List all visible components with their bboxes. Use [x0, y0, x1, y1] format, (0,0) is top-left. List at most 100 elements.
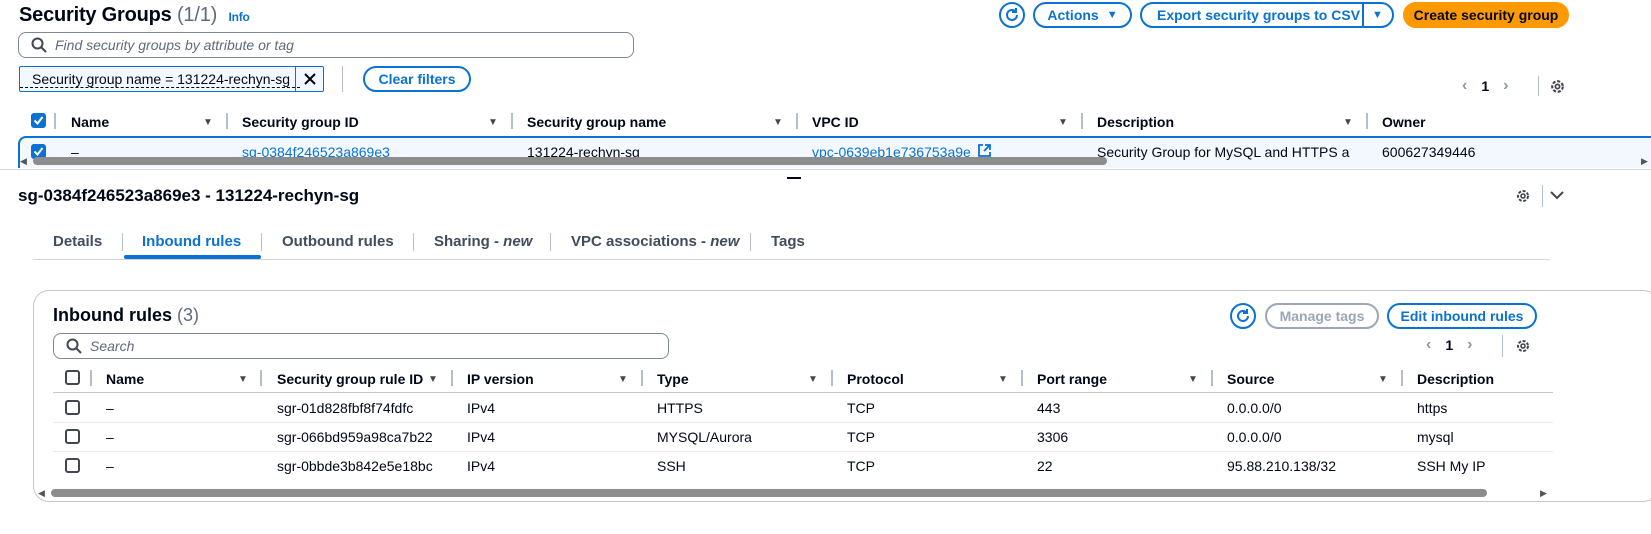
tab-tags[interactable]: Tags: [771, 233, 805, 250]
chevron-left-icon[interactable]: ‹: [1462, 77, 1467, 95]
sort-icon[interactable]: ▼: [428, 374, 438, 385]
inbound-search[interactable]: [53, 333, 669, 359]
info-link[interactable]: Info: [228, 10, 249, 24]
refresh-button[interactable]: [1230, 303, 1256, 329]
scroll-left-icon[interactable]: ◀: [38, 488, 45, 499]
page-title: Security Groups (1/1) Info: [19, 4, 250, 27]
caret-down-icon[interactable]: ▼: [1372, 9, 1383, 21]
tab-inbound-rules[interactable]: Inbound rules: [142, 233, 241, 250]
col-ip-version[interactable]: IP version: [467, 371, 534, 387]
pagination: ‹ 1 ›: [1462, 77, 1508, 95]
table-row[interactable]: – sgr-0bbde3b842e5e18bc IPv4 SSH TCP 22 …: [53, 451, 1553, 480]
chevron-left-icon[interactable]: ‹: [1426, 336, 1431, 354]
edit-inbound-rules-button[interactable]: Edit inbound rules: [1387, 303, 1537, 329]
sort-icon[interactable]: ▼: [618, 374, 628, 385]
tab-vpc-associations[interactable]: VPC associations - new: [571, 233, 739, 250]
cell-ip-version: IPv4: [467, 400, 496, 416]
scroll-left-icon[interactable]: ◀: [20, 156, 27, 167]
scroll-right-icon[interactable]: ▶: [1641, 156, 1648, 167]
settings-gear-icon[interactable]: [1515, 338, 1531, 354]
col-vpc-id[interactable]: VPC ID: [812, 114, 859, 130]
cell-name: –: [106, 429, 114, 445]
table-row[interactable]: – sgr-066bd959a98ca7b22 IPv4 MYSQL/Auror…: [53, 422, 1553, 451]
col-port-range[interactable]: Port range: [1037, 371, 1107, 387]
inbound-rules-count: (3): [177, 305, 200, 325]
divider: [1502, 335, 1503, 357]
horizontal-scrollbar[interactable]: [33, 157, 1107, 165]
remove-filter-button[interactable]: [295, 67, 323, 91]
cell-description: SSH My IP: [1417, 458, 1486, 474]
cell-source: 0.0.0.0/0: [1227, 429, 1282, 445]
create-security-group-button[interactable]: Create security group: [1403, 2, 1569, 28]
sort-icon[interactable]: ▼: [1188, 374, 1198, 385]
filter-token: Security group name = 131224-rechyn-sg: [19, 66, 324, 92]
row-checkbox[interactable]: [65, 400, 80, 415]
scroll-right-icon[interactable]: ▶: [1540, 488, 1547, 499]
search-input[interactable]: [55, 37, 633, 53]
sort-icon[interactable]: ▼: [808, 374, 818, 385]
row-description: Security Group for MySQL and HTTPS a: [1097, 144, 1350, 160]
col-name[interactable]: Name: [71, 114, 109, 130]
cell-protocol: TCP: [847, 429, 875, 445]
sort-icon[interactable]: ▼: [1343, 117, 1353, 128]
create-label: Create security group: [1413, 7, 1559, 23]
refresh-button[interactable]: [999, 2, 1025, 28]
tab-outbound-rules[interactable]: Outbound rules: [282, 233, 394, 250]
cell-description: https: [1417, 400, 1448, 416]
caret-down-icon: ▼: [1106, 9, 1118, 21]
clear-filters-button[interactable]: Clear filters: [363, 66, 471, 92]
col-security-group-name[interactable]: Security group name: [527, 114, 666, 130]
cell-type: SSH: [657, 458, 686, 474]
sort-icon[interactable]: ▼: [1378, 374, 1388, 385]
settings-gear-icon[interactable]: [1549, 78, 1566, 95]
cell-description: mysql: [1417, 429, 1454, 445]
settings-gear-icon[interactable]: [1515, 188, 1531, 204]
selection-count: (1/1): [176, 4, 218, 26]
sort-icon[interactable]: ▼: [1058, 117, 1068, 128]
sort-icon[interactable]: ▼: [238, 374, 248, 385]
chevron-down-icon[interactable]: [1550, 190, 1564, 200]
sort-icon[interactable]: ▼: [203, 117, 213, 128]
export-label: Export security groups to CSV: [1157, 7, 1361, 23]
cell-name: –: [106, 400, 114, 416]
manage-tags-button[interactable]: Manage tags: [1265, 303, 1379, 329]
table-row[interactable]: – sgr-01d828fbf8f74fdfc IPv4 HTTPS TCP 4…: [53, 393, 1553, 422]
col-name[interactable]: Name: [106, 371, 144, 387]
col-rule-id[interactable]: Security group rule ID: [277, 371, 423, 387]
sort-icon[interactable]: ▼: [488, 117, 498, 128]
page-number[interactable]: 1: [1481, 78, 1489, 94]
row-owner: 600627349446: [1382, 144, 1476, 160]
inbound-search-input[interactable]: [90, 338, 668, 354]
col-source[interactable]: Source: [1227, 371, 1274, 387]
tab-sharing[interactable]: Sharing - new: [434, 233, 532, 250]
resize-handle[interactable]: [787, 177, 801, 179]
col-protocol[interactable]: Protocol: [847, 371, 904, 387]
security-group-search[interactable]: [18, 32, 634, 58]
col-owner[interactable]: Owner: [1382, 114, 1426, 130]
row-checkbox[interactable]: [65, 429, 80, 444]
sort-icon[interactable]: ▼: [773, 117, 783, 128]
col-description[interactable]: Description: [1097, 114, 1174, 130]
tab-details[interactable]: Details: [53, 233, 102, 250]
horizontal-scrollbar[interactable]: [51, 489, 1487, 497]
col-type[interactable]: Type: [657, 371, 689, 387]
select-all-checkbox[interactable]: [65, 370, 80, 385]
manage-tags-label: Manage tags: [1279, 308, 1365, 324]
filter-token-text[interactable]: Security group name = 131224-rechyn-sg: [20, 71, 300, 88]
actions-button[interactable]: Actions ▼: [1033, 2, 1132, 28]
split-panel-divider: [0, 169, 1651, 170]
cell-protocol: TCP: [847, 458, 875, 474]
export-csv-button[interactable]: Export security groups to CSV ▼: [1140, 2, 1394, 28]
cell-protocol: TCP: [847, 400, 875, 416]
chevron-right-icon[interactable]: ›: [1467, 336, 1472, 354]
row-checkbox[interactable]: [65, 458, 80, 473]
sort-icon[interactable]: ▼: [998, 374, 1008, 385]
cell-rule-id: sgr-01d828fbf8f74fdfc: [277, 400, 414, 416]
cell-rule-id: sgr-066bd959a98ca7b22: [277, 429, 433, 445]
page-number[interactable]: 1: [1445, 337, 1453, 353]
col-description[interactable]: Description: [1417, 371, 1494, 387]
col-security-group-id[interactable]: Security group ID: [242, 114, 359, 130]
chevron-right-icon[interactable]: ›: [1503, 77, 1508, 95]
inbound-rules-title: Inbound rules (3): [53, 305, 200, 325]
select-all-checkbox[interactable]: [31, 113, 46, 128]
